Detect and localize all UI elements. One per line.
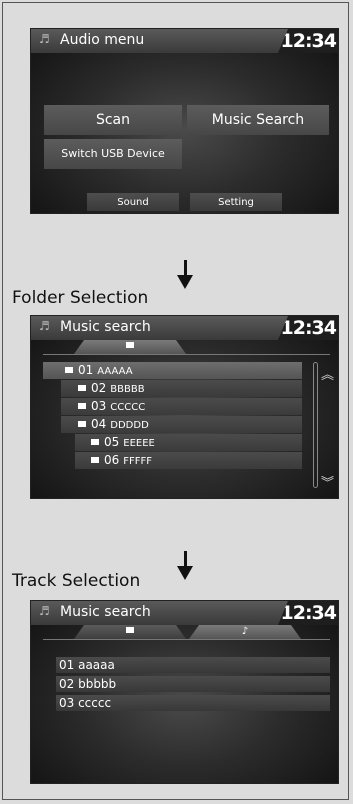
tab-folder[interactable] (74, 340, 186, 354)
folder-icon (78, 385, 86, 391)
folder-row[interactable]: 01 AAAAA (43, 362, 302, 379)
scroll-up-icon[interactable]: ︽ (321, 364, 334, 383)
clock-tab: 12:34 (278, 29, 338, 53)
scrollbar[interactable] (313, 362, 318, 488)
folder-selection-label: Folder Selection (12, 288, 149, 308)
clock: 12:34 (280, 30, 337, 52)
folder-icon (126, 627, 134, 633)
music-note-icon: ♬ (39, 32, 50, 46)
music-note-icon: ♪ (241, 626, 249, 637)
music-note-icon: ♬ (39, 604, 50, 618)
down-arrow-icon (175, 551, 197, 581)
tab-folder[interactable] (74, 625, 186, 639)
folder-icon (78, 421, 86, 427)
screen-title: Music search (60, 604, 151, 620)
clock-tab: 12:34 (278, 316, 338, 340)
tab-bar: ♪ (31, 625, 338, 639)
title-bar: ♬ Audio menu 12:34 (31, 29, 338, 53)
tab-bar (31, 340, 338, 354)
setting-button[interactable]: Setting (190, 193, 282, 211)
clock: 12:34 (280, 602, 337, 624)
track-search-screen: ♬ Music search 12:34 ♪ 01 aaaaa 02 bbbbb… (30, 600, 339, 784)
tab-tracks[interactable]: ♪ (189, 625, 301, 639)
music-search-button[interactable]: Music Search (187, 105, 329, 135)
screen-title: Audio menu (60, 32, 145, 48)
scroll-down-icon[interactable]: ︾ (321, 472, 334, 491)
sound-button[interactable]: Sound (87, 193, 179, 211)
track-row[interactable]: 01 aaaaa (56, 657, 330, 673)
title-bar: ♬ Music search 12:34 (31, 316, 338, 340)
folder-icon (78, 403, 86, 409)
switch-usb-device-button[interactable]: Switch USB Device (44, 139, 182, 169)
audio-menu-screen: ♬ Audio menu 12:34 Scan Music Search Swi… (30, 28, 339, 214)
folder-row[interactable]: 04 DDDDD (61, 416, 302, 433)
down-arrow-icon (175, 260, 197, 290)
clock-tab: 12:34 (278, 601, 338, 625)
track-selection-label: Track Selection (12, 571, 141, 591)
track-row[interactable]: 03 ccccc (56, 695, 330, 711)
folder-row[interactable]: 06 FFFFF (75, 452, 302, 469)
music-note-icon: ♬ (39, 319, 50, 333)
title-bar: ♬ Music search 12:34 (31, 601, 338, 625)
folder-icon (91, 457, 99, 463)
scan-button[interactable]: Scan (44, 105, 182, 135)
folder-row[interactable]: 03 CCCCC (61, 398, 302, 415)
folder-row[interactable]: 02 BBBBB (61, 380, 302, 397)
clock: 12:34 (280, 317, 337, 339)
folder-icon (91, 439, 99, 445)
manual-frame: ♬ Audio menu 12:34 Scan Music Search Swi… (2, 2, 349, 800)
folder-icon (126, 342, 134, 348)
track-row[interactable]: 02 bbbbb (56, 676, 330, 692)
folder-search-screen: ♬ Music search 12:34 01 AAAAA 02 BBBBB 03 C… (30, 315, 339, 499)
folder-row[interactable]: 05 EEEEE (75, 434, 302, 451)
folder-icon (65, 367, 73, 373)
screen-title: Music search (60, 319, 151, 335)
